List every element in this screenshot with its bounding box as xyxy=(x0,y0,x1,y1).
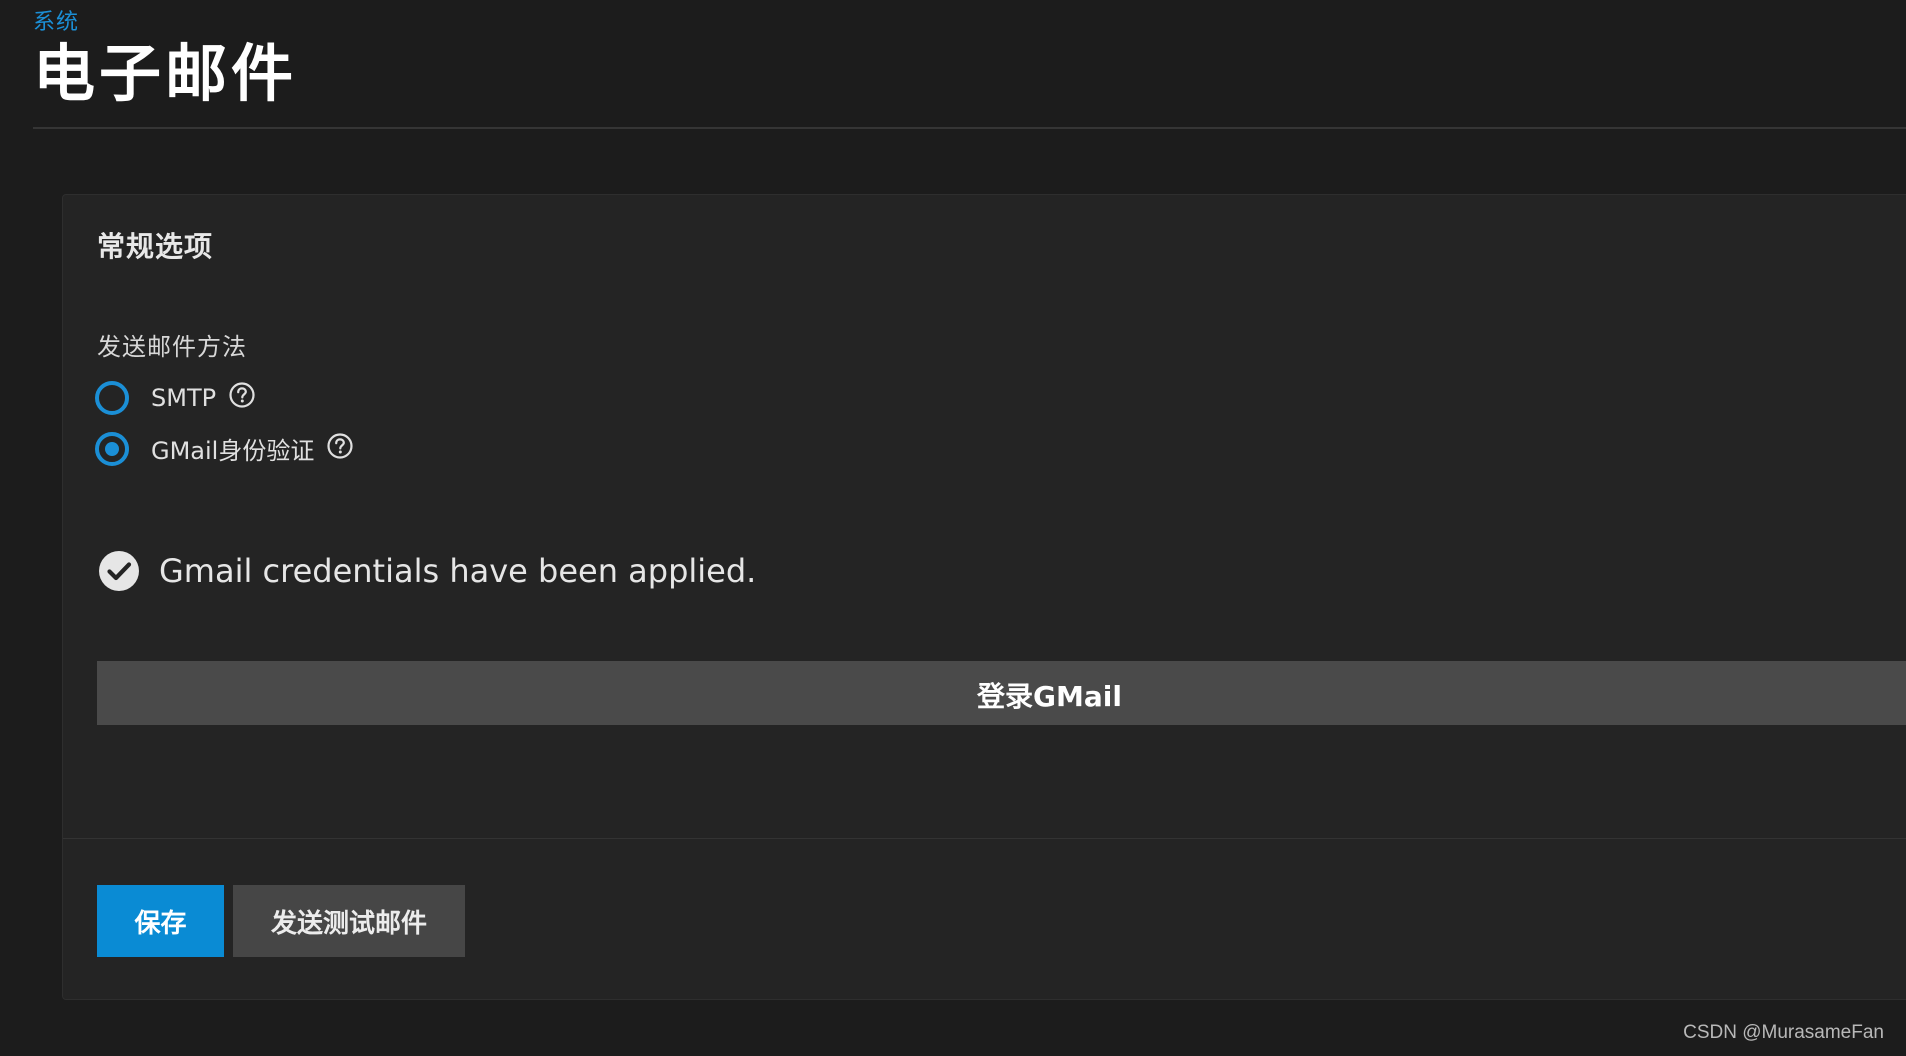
check-circle-icon xyxy=(99,551,139,591)
gmail-login-label[interactable]: 登录GMail xyxy=(977,675,1122,715)
gmail-radio-label[interactable]: GMail身份验证 xyxy=(151,431,314,466)
radio-option-gmail[interactable]: GMail身份验证 xyxy=(95,431,354,466)
card-title: 常规选项 xyxy=(97,230,214,263)
watermark: CSDN @MurasameFan xyxy=(1683,1022,1884,1043)
status-text: Gmail credentials have been applied. xyxy=(159,552,757,590)
gmail-radio-button[interactable] xyxy=(95,431,129,466)
save-button[interactable]: 保存 xyxy=(97,885,224,957)
send-method-label: 发送邮件方法 xyxy=(97,333,247,361)
general-options-card: 常规选项 发送邮件方法 SMTP GMail身份验证 Gmail credent… xyxy=(62,194,1906,1000)
radio-selected-dot xyxy=(105,441,119,456)
smtp-radio-button[interactable] xyxy=(95,381,129,415)
title-divider xyxy=(33,127,1906,129)
question-circle-icon[interactable] xyxy=(228,381,256,409)
card-divider xyxy=(63,838,1906,839)
send-test-email-button[interactable]: 发送测试邮件 xyxy=(233,885,465,957)
page-title: 电子邮件 xyxy=(33,37,298,110)
smtp-radio-label[interactable]: SMTP xyxy=(151,384,216,412)
gmail-status: Gmail credentials have been applied. xyxy=(97,549,756,593)
radio-option-smtp[interactable]: SMTP xyxy=(95,381,256,415)
question-circle-icon[interactable] xyxy=(326,432,354,460)
gmail-login-button[interactable]: 登录GMail xyxy=(97,661,1906,725)
breadcrumb[interactable]: 系统 xyxy=(33,4,79,36)
